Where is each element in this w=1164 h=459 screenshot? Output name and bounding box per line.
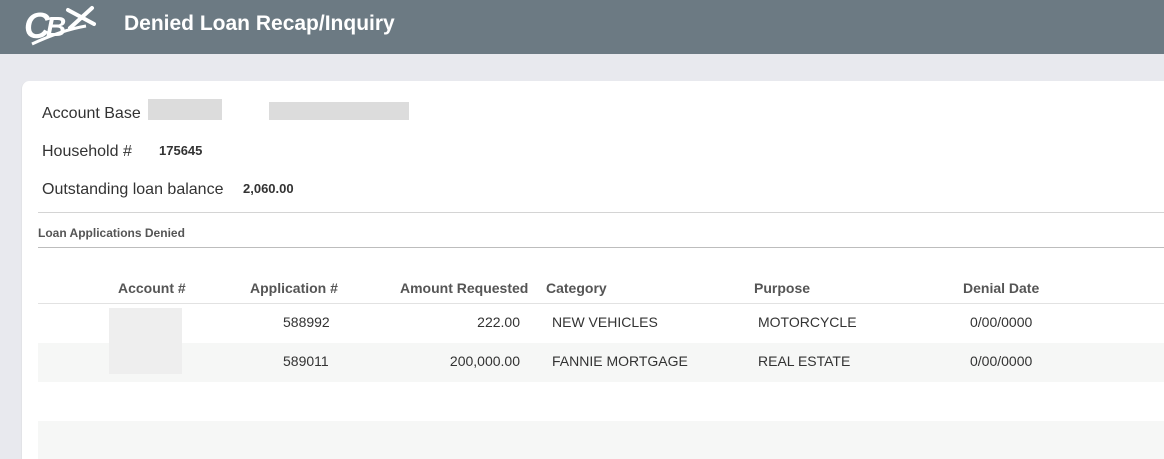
balance-label: Outstanding loan balance bbox=[42, 181, 224, 198]
row2-purpose: REAL ESTATE bbox=[758, 353, 851, 369]
account-redacted bbox=[109, 308, 182, 374]
row1-denial-date: 0/00/0000 bbox=[970, 314, 1033, 330]
household-value: 175645 bbox=[159, 143, 203, 158]
app-header: C B Denied Loan Recap/Inquiry bbox=[0, 0, 1164, 54]
cbx-logo-icon: C B bbox=[24, 5, 96, 46]
page-title: Denied Loan Recap/Inquiry bbox=[124, 12, 395, 35]
account-base-label: Account Base bbox=[42, 105, 141, 122]
section-title: Loan Applications Denied bbox=[38, 226, 185, 240]
row2-denial-date: 0/00/0000 bbox=[970, 353, 1033, 369]
footer-band bbox=[38, 421, 1164, 459]
balance-value: 2,060.00 bbox=[243, 181, 294, 196]
row2-application: 589011 bbox=[283, 353, 329, 369]
row2-category: FANNIE MORTGAGE bbox=[552, 353, 688, 369]
row1-purpose: MOTORCYCLE bbox=[758, 314, 857, 330]
section-divider bbox=[38, 247, 1164, 248]
col-application[interactable]: Application # bbox=[250, 280, 338, 296]
row1-application: 588992 bbox=[283, 314, 330, 330]
row1-category: NEW VEHICLES bbox=[552, 314, 658, 330]
household-label: Household # bbox=[42, 143, 132, 160]
col-denial-date[interactable]: Denial Date bbox=[963, 280, 1039, 296]
account-name-redacted bbox=[269, 102, 409, 120]
divider bbox=[38, 212, 1164, 213]
col-amount[interactable]: Amount Requested bbox=[400, 280, 528, 296]
row1-amount: 222.00 bbox=[477, 314, 520, 330]
col-category[interactable]: Category bbox=[546, 280, 607, 296]
row2-amount: 200,000.00 bbox=[449, 353, 520, 369]
account-base-redacted bbox=[148, 99, 222, 120]
col-account[interactable]: Account # bbox=[118, 280, 186, 296]
col-purpose[interactable]: Purpose bbox=[754, 280, 810, 296]
main-card bbox=[21, 81, 1164, 459]
